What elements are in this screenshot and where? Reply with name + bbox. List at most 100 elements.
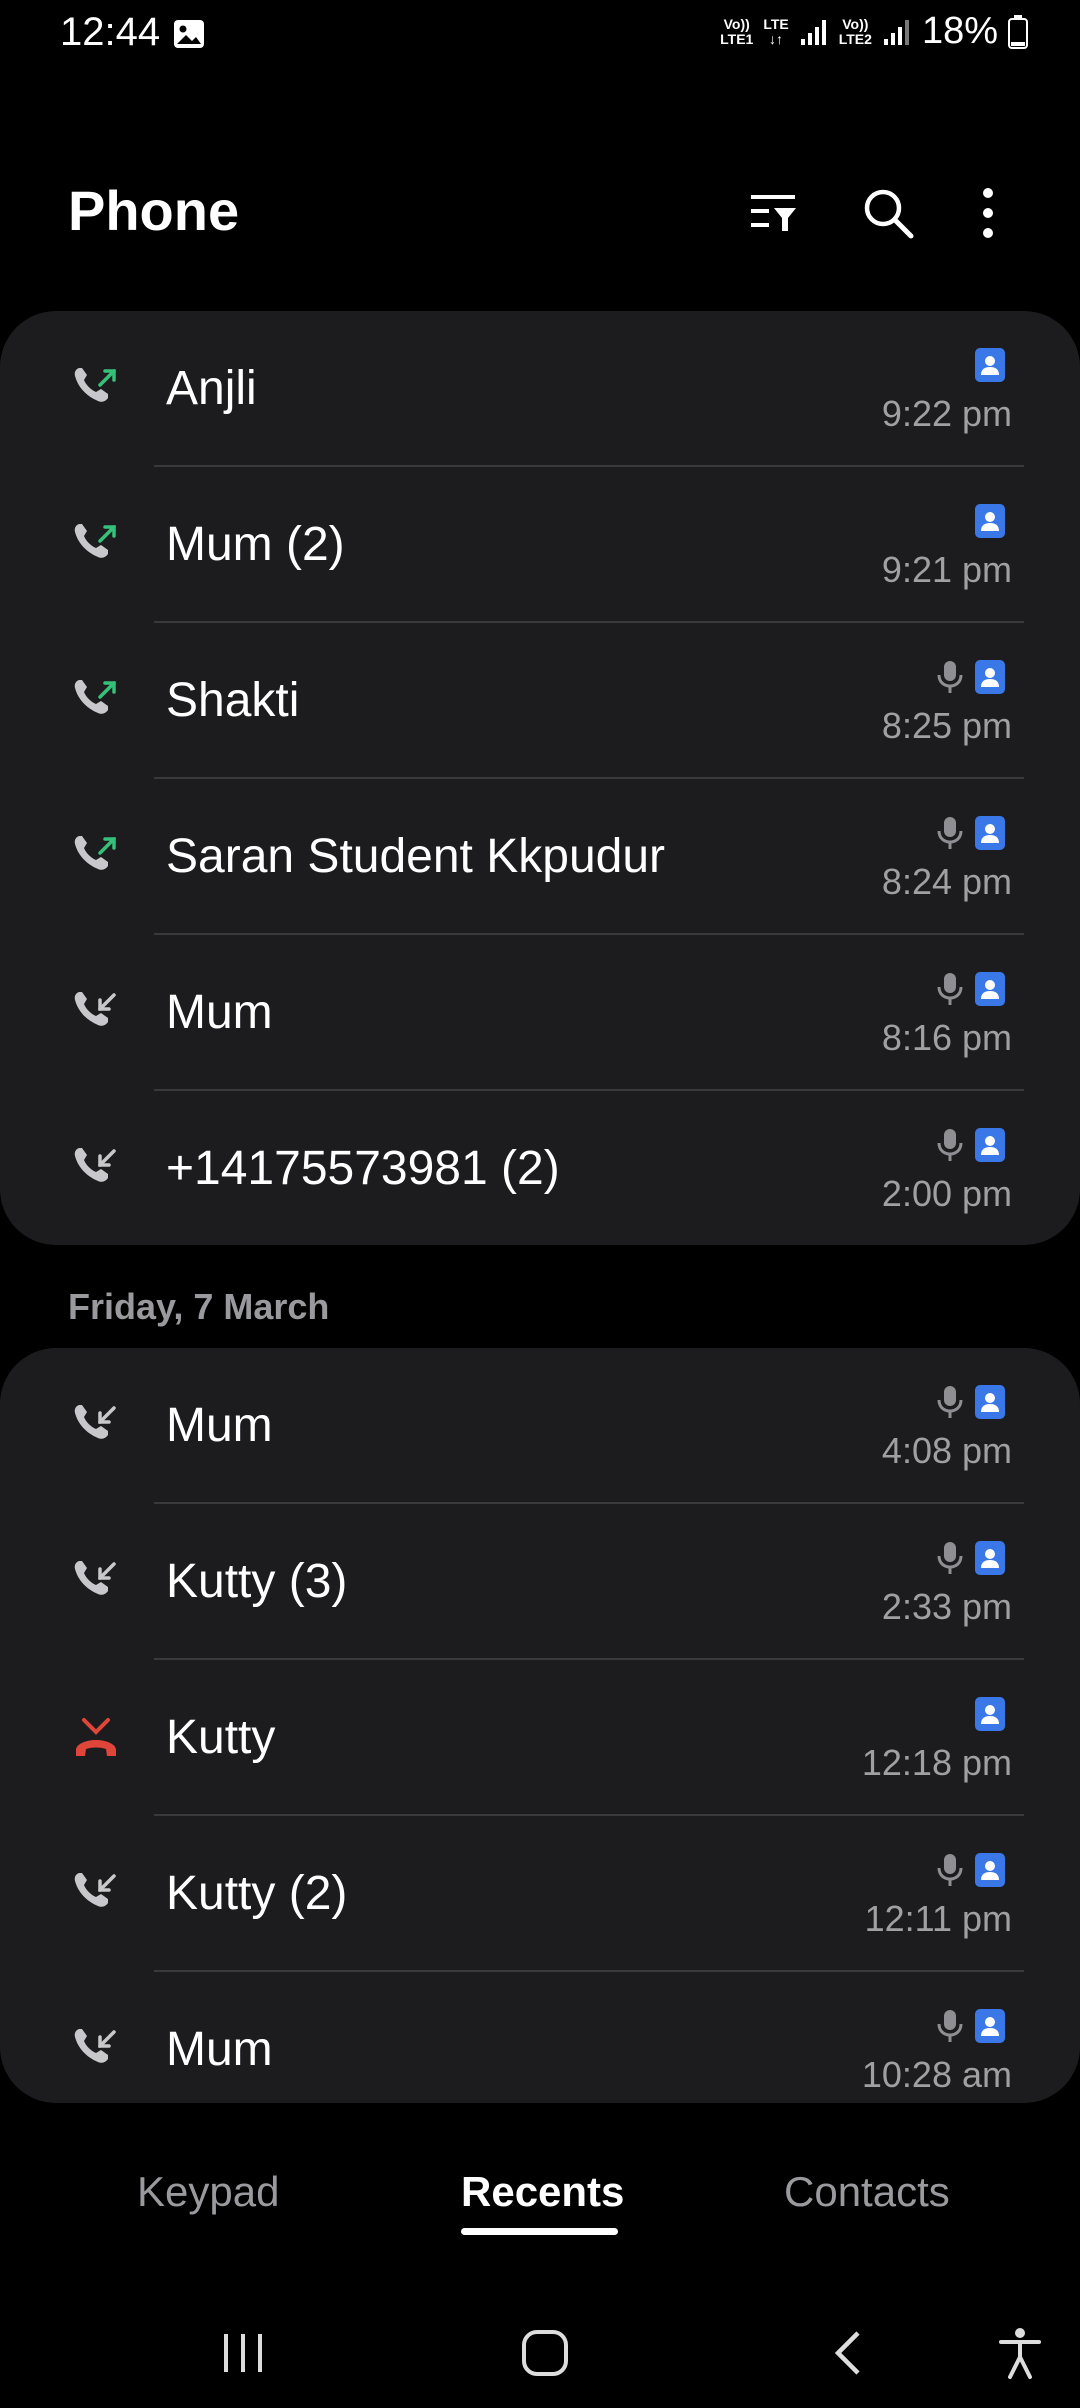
- back-button[interactable]: [812, 2320, 882, 2390]
- contact-badge-icon[interactable]: [974, 1852, 1006, 1888]
- tab-contacts[interactable]: Contacts: [784, 2168, 950, 2216]
- search-icon: [861, 186, 915, 245]
- call-time: 8:24 pm: [881, 861, 1012, 902]
- incoming-call-icon: [70, 1868, 122, 1920]
- call-log-row[interactable]: Anjli 9:22 pm: [0, 311, 1080, 467]
- call-recording-mic-icon: [936, 815, 964, 851]
- row-indicator-icons: [936, 815, 1006, 851]
- recents-card-friday: Mum 4:08 pm Kutty (3) 2:33 pm Kutty 12:18 pm K…: [0, 1348, 1080, 2103]
- row-indicator-icons: [936, 1384, 1006, 1420]
- incoming-call-icon: [70, 987, 122, 1039]
- status-indicators: Vo)) LTE1 LTE ↓↑ Vo)) LTE2 18%: [720, 10, 1028, 53]
- back-icon: [830, 2329, 864, 2382]
- call-log-row[interactable]: Mum 8:16 pm: [0, 935, 1080, 1091]
- page-title: Phone: [68, 179, 240, 242]
- call-log-row[interactable]: Saran Student Kkpudur 8:24 pm: [0, 779, 1080, 935]
- contact-name: Mum (2): [166, 518, 345, 571]
- contact-name: Saran Student Kkpudur: [166, 830, 666, 883]
- call-log-row[interactable]: Kutty 12:18 pm: [0, 1660, 1080, 1816]
- call-recording-mic-icon: [936, 1852, 964, 1888]
- home-icon: [521, 2329, 569, 2382]
- contact-name: Anjli: [166, 362, 257, 415]
- system-navigation-bar: [0, 2300, 1080, 2408]
- accessibility-button[interactable]: [985, 2320, 1055, 2390]
- call-recording-mic-icon: [936, 1127, 964, 1163]
- outgoing-call-icon: [70, 831, 122, 883]
- incoming-call-icon: [70, 1556, 122, 1608]
- call-time: 2:33 pm: [881, 1586, 1012, 1627]
- contact-badge-icon[interactable]: [974, 1127, 1006, 1163]
- recent-apps-button[interactable]: [208, 2320, 278, 2390]
- contact-badge-icon[interactable]: [974, 2008, 1006, 2044]
- outgoing-call-icon: [70, 675, 122, 727]
- contact-name: +14175573981 (2): [166, 1142, 560, 1195]
- tab-keypad[interactable]: Keypad: [137, 2168, 279, 2216]
- call-recording-mic-icon: [936, 659, 964, 695]
- call-time: 8:25 pm: [881, 705, 1012, 746]
- call-time: 12:18 pm: [861, 1742, 1012, 1783]
- filter-icon: [747, 187, 799, 244]
- missed-call-icon: [70, 1712, 122, 1764]
- sim2-volte-label: Vo)) LTE2: [838, 15, 872, 47]
- outgoing-call-icon: [70, 363, 122, 415]
- more-options-button[interactable]: [953, 180, 1023, 250]
- contact-badge-icon[interactable]: [974, 1384, 1006, 1420]
- call-log-row[interactable]: Kutty (3) 2:33 pm: [0, 1504, 1080, 1660]
- row-indicator-icons: [974, 347, 1006, 383]
- contact-name: Mum: [166, 1399, 273, 1452]
- call-log-row[interactable]: Mum 4:08 pm: [0, 1348, 1080, 1504]
- contact-badge-icon[interactable]: [974, 659, 1006, 695]
- call-log-row[interactable]: Kutty (2) 12:11 pm: [0, 1816, 1080, 1972]
- date-section-header: Friday, 7 March: [68, 1286, 330, 1327]
- contact-name: Mum: [166, 986, 273, 1039]
- home-button[interactable]: [510, 2320, 580, 2390]
- call-log-row[interactable]: Shakti 8:25 pm: [0, 623, 1080, 779]
- call-recording-mic-icon: [936, 2008, 964, 2044]
- incoming-call-icon: [70, 2024, 122, 2076]
- row-indicator-icons: [936, 659, 1006, 695]
- call-time: 9:21 pm: [881, 549, 1012, 590]
- tab-recents[interactable]: Recents: [461, 2168, 624, 2216]
- row-indicator-icons: [974, 503, 1006, 539]
- call-time: 12:11 pm: [864, 1898, 1012, 1939]
- signal-strength-icon: [882, 17, 912, 47]
- contact-name: Mum: [166, 2023, 273, 2076]
- filter-button[interactable]: [738, 180, 808, 250]
- accessibility-icon: [998, 2327, 1042, 2384]
- status-time: 12:44: [60, 10, 161, 54]
- sim1-volte-label: Vo)) LTE1: [720, 15, 754, 47]
- contact-badge-icon[interactable]: [974, 1696, 1006, 1732]
- call-log-row[interactable]: Mum 10:28 am: [0, 1972, 1080, 2103]
- app-header: Phone: [0, 160, 1080, 280]
- call-recording-mic-icon: [936, 1540, 964, 1576]
- recent-apps-icon: [220, 2332, 266, 2379]
- call-time: 2:00 pm: [881, 1173, 1012, 1214]
- contact-name: Kutty (2): [166, 1867, 348, 1920]
- contact-badge-icon[interactable]: [974, 815, 1006, 851]
- row-indicator-icons: [936, 1852, 1006, 1888]
- row-indicator-icons: [936, 1127, 1006, 1163]
- call-recording-mic-icon: [936, 1384, 964, 1420]
- contact-badge-icon[interactable]: [974, 503, 1006, 539]
- search-button[interactable]: [853, 180, 923, 250]
- active-tab-indicator: [461, 2228, 618, 2235]
- call-log-row[interactable]: Mum (2) 9:21 pm: [0, 467, 1080, 623]
- more-options-icon: [981, 187, 995, 244]
- call-log-row[interactable]: +14175573981 (2) 2:00 pm: [0, 1091, 1080, 1245]
- incoming-call-icon: [70, 1400, 122, 1452]
- gallery-notification-icon: [172, 18, 206, 50]
- contact-badge-icon[interactable]: [974, 1540, 1006, 1576]
- battery-percentage: 18%: [921, 10, 998, 52]
- contact-name: Shakti: [166, 674, 300, 727]
- lte-data-label: LTE ↓↑: [763, 15, 789, 47]
- contact-badge-icon[interactable]: [974, 347, 1006, 383]
- row-indicator-icons: [936, 2008, 1006, 2044]
- contact-name: Kutty: [166, 1711, 276, 1764]
- recents-card-today: Anjli 9:22 pm Mum (2) 9:21 pm Shakti 8:25 pm S…: [0, 311, 1080, 1245]
- contact-badge-icon[interactable]: [974, 971, 1006, 1007]
- call-time: 10:28 am: [861, 2054, 1012, 2095]
- contact-name: Kutty (3): [166, 1555, 348, 1608]
- bottom-tab-bar: Keypad Recents Contacts: [0, 2160, 1080, 2260]
- call-time: 9:22 pm: [881, 393, 1012, 434]
- incoming-call-icon: [70, 1143, 122, 1195]
